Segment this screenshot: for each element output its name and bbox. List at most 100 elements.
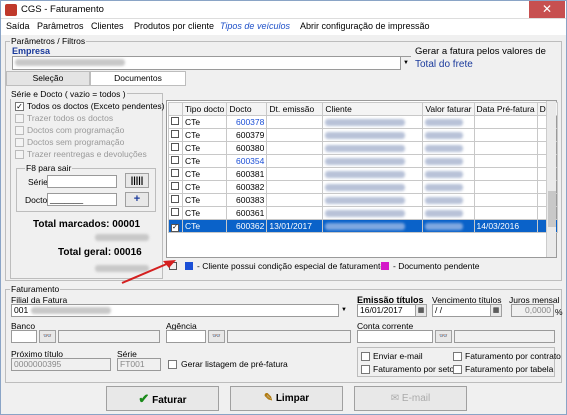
row-tipo[interactable]: CTe (181, 193, 228, 207)
menu-tipos-de-veiculos[interactable]: Tipos de veículos (220, 21, 290, 31)
menu-clientes[interactable]: Clientes (91, 21, 124, 31)
row-emissao[interactable] (266, 154, 324, 168)
row-cliente[interactable] (322, 154, 424, 168)
juros-input[interactable]: 0,0000 (511, 304, 554, 317)
row-cliente[interactable] (322, 206, 424, 220)
tab-selecao[interactable]: Seleção (6, 71, 90, 86)
checkbox-fat-contrato[interactable] (453, 352, 462, 361)
row-prefatura[interactable] (473, 180, 538, 194)
row-checkbox[interactable] (168, 154, 183, 168)
row-docto[interactable]: 600383 (226, 193, 268, 207)
row-valor[interactable] (422, 193, 475, 207)
empresa-select[interactable] (12, 56, 411, 70)
table-row[interactable]: CTe 600379 (168, 128, 558, 142)
row-valor[interactable] (422, 154, 475, 168)
close-button[interactable]: ✕ (529, 1, 565, 18)
checkbox-todos-doctos[interactable]: ✓ (15, 102, 24, 111)
checkbox-fat-setor[interactable] (361, 365, 370, 374)
row-valor[interactable] (422, 141, 475, 155)
row-valor[interactable] (422, 167, 475, 181)
table-row[interactable]: CTe 600361 (168, 206, 558, 220)
row-cliente[interactable] (322, 115, 424, 129)
row-tipo[interactable]: CTe (181, 180, 228, 194)
row-cliente[interactable] (322, 167, 424, 181)
grid-header-docto[interactable]: Docto (226, 102, 268, 116)
menu-saida[interactable]: Saída (6, 21, 30, 31)
row-checkbox[interactable] (168, 206, 183, 220)
row-emissao[interactable] (266, 180, 324, 194)
row-tipo[interactable]: CTe (181, 206, 228, 220)
checkbox-com-programacao[interactable] (15, 126, 24, 135)
row-checkbox[interactable] (168, 167, 183, 181)
binoculars-icon-3[interactable]: 👓 (435, 330, 452, 343)
menu-abrir-configuracao[interactable]: Abrir configuração de impressão (300, 21, 430, 31)
agencia-input[interactable] (166, 330, 206, 343)
calendar-icon[interactable]: ▦ (415, 304, 427, 317)
serie-input[interactable] (47, 175, 117, 188)
row-tipo[interactable]: CTe (181, 219, 228, 233)
row-cliente[interactable] (322, 193, 424, 207)
row-prefatura[interactable] (473, 167, 538, 181)
row-tipo[interactable]: CTe (181, 141, 228, 155)
row-docto[interactable]: 600354 (226, 154, 268, 168)
chevron-down-icon[interactable]: ▼ (400, 57, 411, 70)
checkbox-fat-tabela[interactable] (453, 365, 462, 374)
table-row[interactable]: CTe 600382 (168, 180, 558, 194)
tab-documentos[interactable]: Documentos (90, 71, 186, 86)
row-prefatura[interactable] (473, 128, 538, 142)
limpar-button[interactable]: ✎ Limpar (230, 386, 343, 411)
row-docto[interactable]: 600381 (226, 167, 268, 181)
checkbox-enviar-email[interactable] (361, 352, 370, 361)
row-docto[interactable]: 600378 (226, 115, 268, 129)
row-prefatura[interactable] (473, 141, 538, 155)
grid-header-prefatura[interactable]: Data Pré-fatura (473, 102, 538, 116)
grid-header-tipo[interactable]: Tipo docto (181, 102, 228, 116)
row-valor[interactable] (422, 206, 475, 220)
row-emissao[interactable]: 13/01/2017 (266, 219, 324, 233)
row-docto[interactable]: 600382 (226, 180, 268, 194)
row-checkbox[interactable] (168, 115, 183, 129)
binoculars-icon-2[interactable]: 👓 (208, 330, 225, 343)
row-tipo[interactable]: CTe (181, 128, 228, 142)
filial-chevron-down-icon[interactable]: ▼ (338, 304, 349, 317)
row-checkbox[interactable]: ✓ (168, 219, 183, 233)
row-cliente[interactable] (322, 219, 424, 233)
row-prefatura[interactable] (473, 206, 538, 220)
table-row[interactable]: CTe 600381 (168, 167, 558, 181)
row-emissao[interactable] (266, 206, 324, 220)
row-docto[interactable]: 600361 (226, 206, 268, 220)
menu-produtos-por-cliente[interactable]: Produtos por cliente (134, 21, 214, 31)
checkbox-sem-programacao[interactable] (15, 138, 24, 147)
row-cliente[interactable] (322, 141, 424, 155)
binoculars-icon[interactable]: 👓 (39, 330, 56, 343)
row-checkbox[interactable] (168, 141, 183, 155)
checkbox-reentregas[interactable] (15, 150, 24, 159)
row-prefatura[interactable] (473, 115, 538, 129)
faturar-button[interactable]: ✔ Faturar (106, 386, 219, 411)
grid-header-cliente[interactable]: Cliente (322, 102, 424, 116)
row-docto[interactable]: 600362 (226, 219, 268, 233)
row-tipo[interactable]: CTe (181, 154, 228, 168)
filial-select[interactable]: 001 (11, 304, 349, 317)
row-checkbox[interactable] (168, 128, 183, 142)
banco-input[interactable] (11, 330, 37, 343)
row-emissao[interactable] (266, 141, 324, 155)
row-tipo[interactable]: CTe (181, 115, 228, 129)
table-row[interactable]: ✓ CTe 600362 13/01/2017 14/03/2016 (168, 219, 558, 233)
grid-scrollbar[interactable] (546, 101, 556, 257)
scrollbar-thumb[interactable] (548, 191, 556, 227)
grid-header-valor[interactable]: Valor faturar (422, 102, 475, 116)
table-row[interactable]: CTe 600378 (168, 115, 558, 129)
barcode-icon[interactable]: ||||| (125, 173, 149, 188)
row-prefatura[interactable] (473, 193, 538, 207)
row-docto[interactable]: 600380 (226, 141, 268, 155)
add-icon[interactable]: + (125, 192, 149, 207)
row-valor[interactable] (422, 128, 475, 142)
row-valor[interactable] (422, 115, 475, 129)
row-emissao[interactable] (266, 115, 324, 129)
row-emissao[interactable] (266, 128, 324, 142)
row-valor[interactable] (422, 219, 475, 233)
grid-header-check[interactable] (168, 102, 183, 116)
row-checkbox[interactable] (168, 180, 183, 194)
row-valor[interactable] (422, 180, 475, 194)
